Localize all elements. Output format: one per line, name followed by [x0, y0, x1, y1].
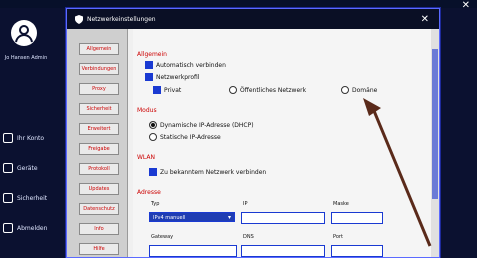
section-title-address: Adresse [137, 189, 161, 196]
account-icon [3, 133, 13, 143]
port-label: Port [333, 234, 343, 240]
mask-label: Maske [333, 201, 349, 207]
sidebar-item-account[interactable]: Ihr Konto [3, 133, 44, 143]
radio-domain[interactable]: Domäne [341, 86, 377, 94]
nav-item[interactable]: Updates [79, 183, 119, 195]
auto-connect-checkbox[interactable] [145, 61, 153, 69]
user-name: Jo Hansen Admin [4, 55, 48, 61]
mask-input[interactable] [331, 212, 383, 224]
sidebar-item-logout[interactable]: Abmelden [3, 223, 47, 233]
shield-icon [75, 14, 83, 24]
scrollbar-thumb[interactable] [432, 49, 438, 199]
auto-connect-row[interactable]: Automatisch verbinden [145, 61, 226, 69]
dialog-content: Allgemein Automatisch verbinden Netzwerk… [133, 29, 431, 257]
type-label: Typ [151, 201, 160, 207]
ip-label: IP [243, 201, 248, 207]
gateway-input[interactable] [149, 245, 237, 257]
gateway-label: Gateway [151, 234, 174, 240]
private-radio[interactable] [153, 86, 161, 94]
nav-item[interactable]: Allgemein [79, 43, 119, 55]
devices-icon [3, 163, 13, 173]
dhcp-radio[interactable] [149, 121, 157, 129]
nav-item[interactable]: Erweitert [79, 123, 119, 135]
profile-checkbox[interactable] [145, 73, 153, 81]
static-row[interactable]: Statische IP-Adresse [149, 133, 221, 141]
dns-label: DNS [243, 234, 254, 240]
dialog-title: Netzwerkeinstellungen [87, 15, 156, 23]
close-icon[interactable]: ✕ [419, 14, 431, 25]
dialog-titlebar: Netzwerkeinstellungen ✕ [67, 9, 439, 29]
domain-radio[interactable] [341, 86, 349, 94]
wifi-checkbox[interactable] [149, 168, 157, 176]
section-title-general: Allgemein [137, 51, 167, 58]
background-close-icon[interactable]: ✕ [462, 0, 470, 11]
nav-item[interactable]: Sicherheit [79, 103, 119, 115]
profile-row[interactable]: Netzwerkprofil [145, 73, 199, 81]
dhcp-row[interactable]: Dynamische IP-Adresse (DHCP) [149, 121, 254, 129]
radio-public[interactable]: Öffentliches Netzwerk [229, 86, 306, 94]
nav-item[interactable]: Hilfe [79, 243, 119, 255]
nav-item[interactable]: Info [79, 223, 119, 235]
settings-dialog: Netzwerkeinstellungen ✕ Allgemein Verbin… [66, 8, 440, 258]
nav-item[interactable]: Proxy [79, 83, 119, 95]
background-top-bar [0, 0, 477, 8]
dns-input[interactable] [241, 245, 325, 257]
scrollbar[interactable] [431, 29, 439, 257]
type-select[interactable]: IPv4 manuell ▾ [149, 212, 235, 222]
nav-item[interactable]: Verbindungen [79, 63, 119, 75]
section-title-mode: Modus [137, 107, 157, 114]
nav-item[interactable]: Protokoll [79, 163, 119, 175]
sidebar-item-devices[interactable]: Geräte [3, 163, 38, 173]
section-title-wifi: WLAN [137, 154, 156, 161]
nav-item[interactable]: Datenschutz [79, 203, 119, 215]
wifi-row[interactable]: Zu bekanntem Netzwerk verbinden [149, 168, 266, 176]
ip-input[interactable] [241, 212, 325, 224]
logout-icon [3, 223, 13, 233]
dialog-nav: Allgemein Verbindungen Proxy Sicherheit … [67, 29, 128, 257]
user-avatar-icon[interactable] [11, 20, 37, 46]
nav-item[interactable]: Freigabe [79, 143, 119, 155]
public-radio[interactable] [229, 86, 237, 94]
sidebar-item-security[interactable]: Sicherheit [3, 193, 47, 203]
chevron-down-icon: ▾ [227, 214, 231, 221]
static-radio[interactable] [149, 133, 157, 141]
radio-private[interactable]: Privat [153, 86, 181, 94]
port-input[interactable] [331, 245, 383, 257]
shield-icon [3, 193, 13, 203]
